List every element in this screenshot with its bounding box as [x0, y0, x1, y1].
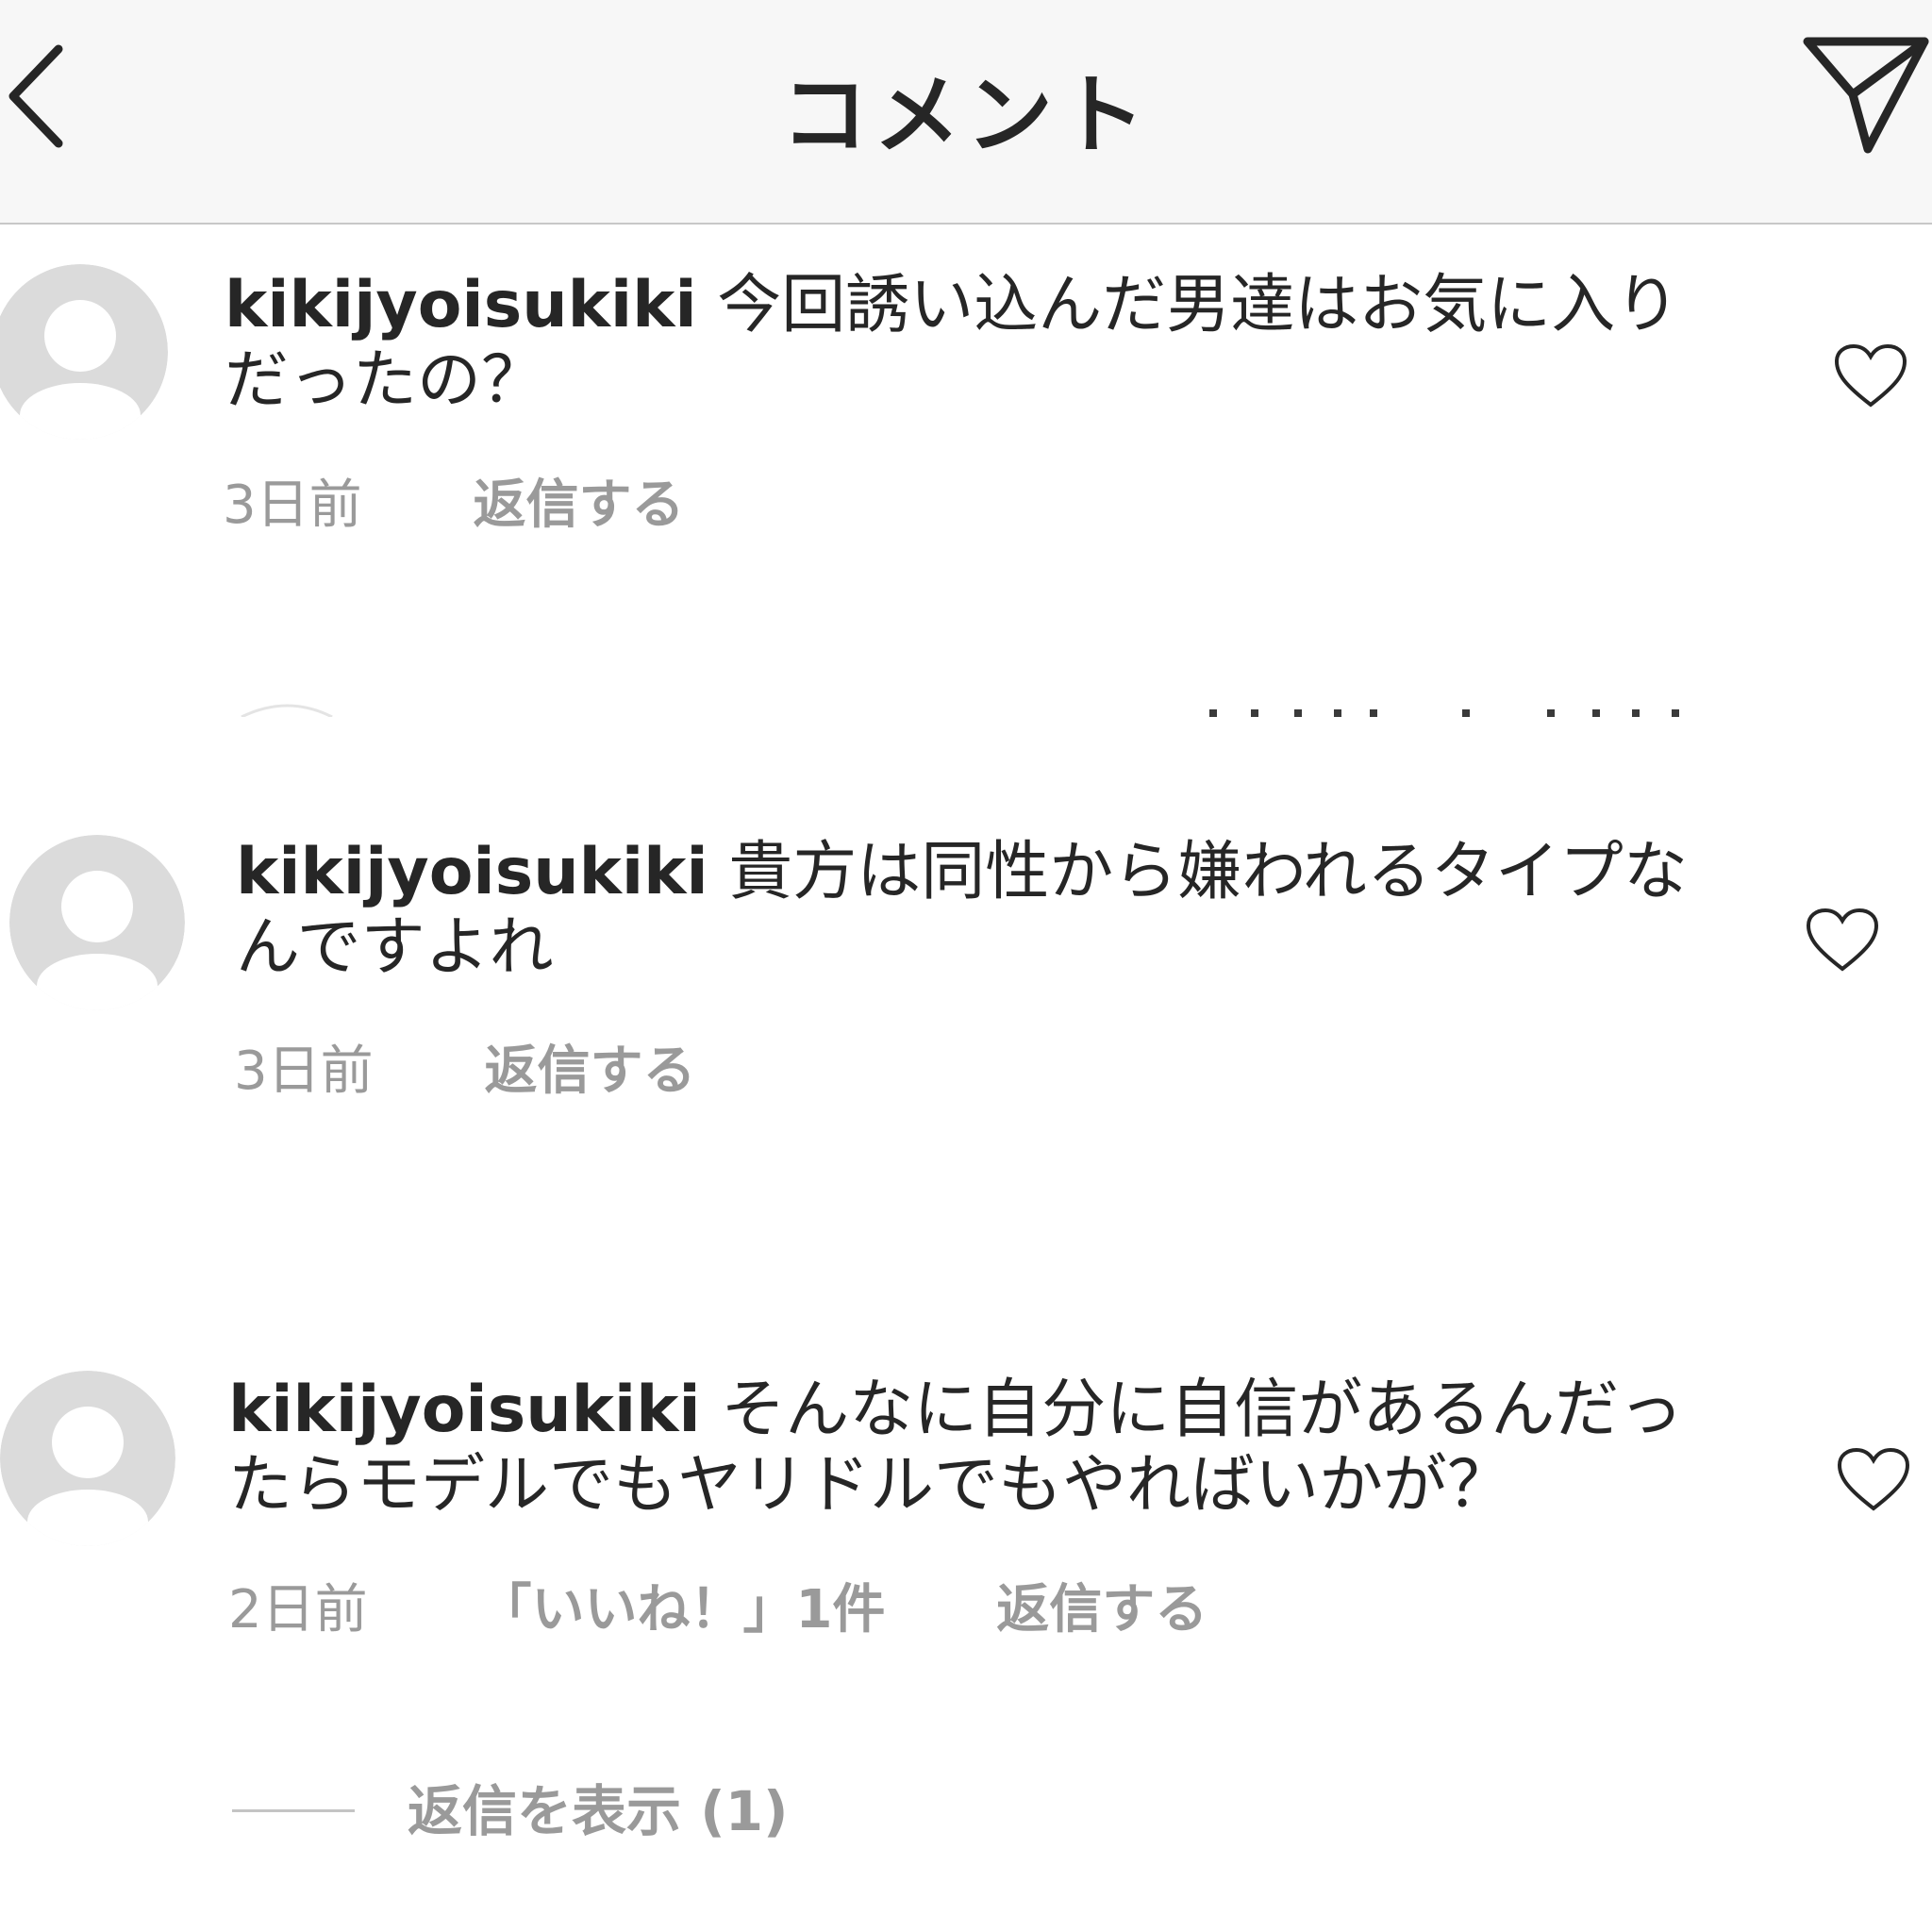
comment-username[interactable]: kikijyoisukiki	[225, 268, 697, 342]
partial-row-decoration-icon	[241, 704, 1679, 717]
avatar[interactable]	[0, 264, 168, 440]
like-button[interactable]	[1833, 342, 1908, 410]
page-title: コメント	[780, 65, 1151, 166]
comment-body: kikijyoisukiki 貴方は同性から嫌われるタイプなんですよれ	[236, 835, 1717, 986]
like-button[interactable]	[1836, 1446, 1911, 1514]
default-user-icon	[0, 1371, 175, 1546]
top-nav-bar: コメント	[0, 0, 1932, 225]
share-button[interactable]	[1792, 28, 1932, 160]
comment-body: kikijyoisukiki 今回誘い込んだ男達はお気に入りだったの？	[225, 268, 1706, 419]
heart-icon	[1837, 1447, 1910, 1511]
reply-button[interactable]: 返信する	[473, 468, 684, 543]
comment-body: kikijyoisukiki そんなに自分に自信があるんだったらモデルでもヤリド…	[228, 1373, 1709, 1524]
comment-username[interactable]: kikijyoisukiki	[236, 835, 708, 909]
likes-count[interactable]: 「いいね！」1件	[478, 1573, 885, 1648]
comment-item: kikijyoisukiki 今回誘い込んだ男達はお気に入りだったの？ 3日前 …	[0, 264, 1932, 566]
partial-comment-row	[0, 698, 1932, 717]
view-replies-label: 返信を表示 (1)	[408, 1779, 789, 1843]
default-user-icon	[0, 264, 168, 440]
comment-time: 3日前	[223, 475, 362, 536]
comment-item: kikijyoisukiki 貴方は同性から嫌われるタイプなんですよれ 3日前 …	[0, 835, 1932, 1137]
comment-time: 2日前	[228, 1579, 368, 1641]
reply-button[interactable]: 返信する	[484, 1034, 695, 1109]
avatar[interactable]	[9, 835, 185, 1010]
like-button[interactable]	[1805, 907, 1880, 974]
avatar[interactable]	[0, 1371, 175, 1546]
comment-username[interactable]: kikijyoisukiki	[228, 1373, 701, 1447]
comment-time: 3日前	[234, 1041, 374, 1102]
replies-divider-line	[232, 1809, 355, 1812]
heart-icon	[1806, 908, 1879, 972]
paper-plane-icon	[1803, 37, 1929, 154]
comment-meta: 2日前 「いいね！」1件 返信する	[228, 1573, 1208, 1648]
comment-meta: 3日前 返信する	[223, 468, 684, 543]
reply-button[interactable]: 返信する	[996, 1573, 1208, 1648]
heart-icon	[1834, 343, 1907, 408]
comment-meta: 3日前 返信する	[234, 1034, 695, 1109]
default-user-icon	[9, 835, 185, 1010]
comment-item: kikijyoisukiki そんなに自分に自信があるんだったらモデルでもヤリド…	[0, 1371, 1932, 1767]
